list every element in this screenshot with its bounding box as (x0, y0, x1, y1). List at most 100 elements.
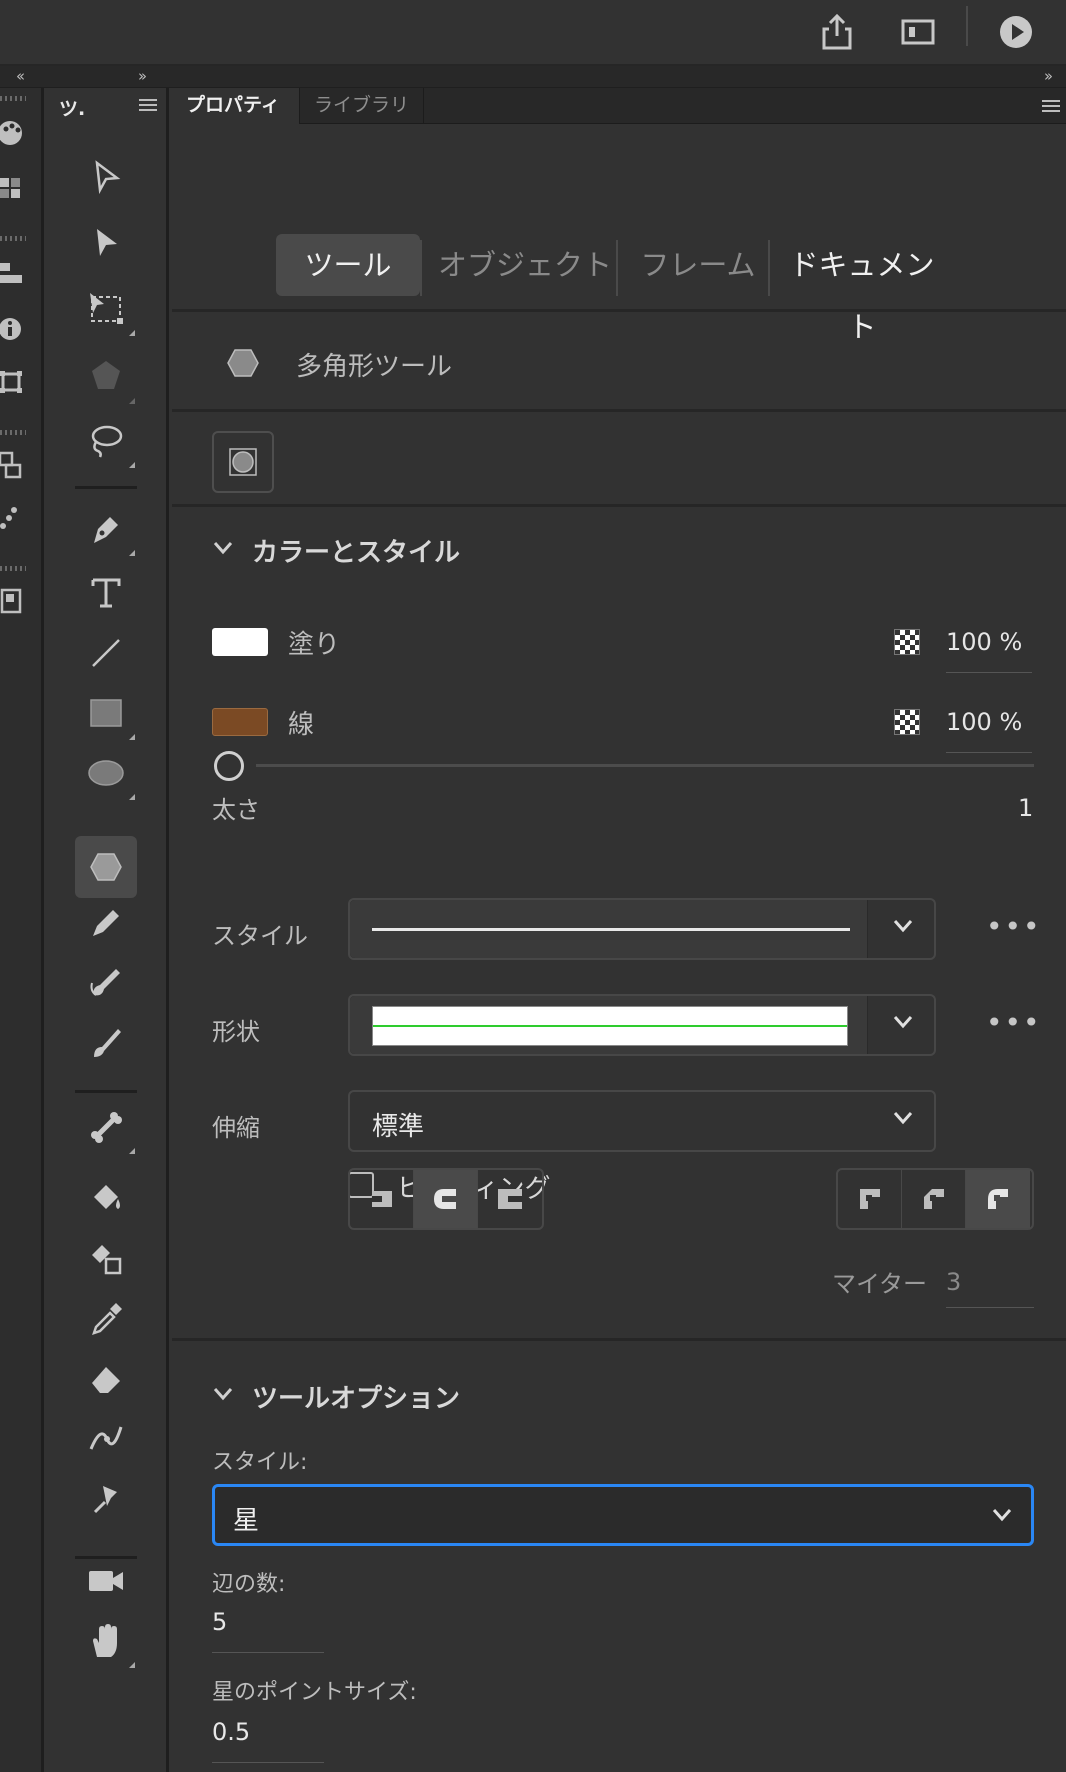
segment-tool[interactable]: ツール (276, 234, 420, 296)
scale-value: 標準 (372, 1112, 425, 1142)
object-drawing-mode-button[interactable] (212, 431, 274, 493)
cap-square-icon (498, 1189, 522, 1209)
join-bevel-icon (923, 1189, 944, 1209)
stroke-style-preview (372, 928, 850, 931)
current-tool-row: 多角形ツール (172, 312, 1066, 412)
camera-icon[interactable] (75, 1550, 137, 1612)
width-slider-track[interactable] (256, 764, 1034, 767)
text-icon[interactable] (75, 562, 137, 624)
dock-grip[interactable] (0, 96, 26, 101)
library-book-icon[interactable] (0, 584, 28, 618)
pen-icon[interactable] (75, 498, 137, 560)
toolbar-divider (966, 6, 968, 46)
oval-icon[interactable] (75, 742, 137, 804)
fill-opacity-checker-icon (894, 629, 920, 655)
stroke-shape-dropdown[interactable] (348, 994, 936, 1056)
motion-presets-icon[interactable] (0, 502, 28, 536)
join-bevel-button[interactable] (902, 1170, 966, 1228)
hamburger-icon[interactable] (1040, 97, 1062, 115)
dock-grip[interactable] (0, 236, 26, 241)
section-header-tool-options[interactable]: ツールオプション (252, 1378, 460, 1415)
stroke-style-dropdown[interactable] (348, 898, 936, 960)
collapse-left-icon[interactable]: ‹‹ (16, 67, 25, 85)
width-label: 太さ (212, 796, 260, 824)
asset-warp-icon[interactable] (75, 1468, 137, 1530)
chevron-down-icon[interactable] (212, 540, 234, 556)
dock-grip[interactable] (0, 566, 26, 571)
fluid-brush-icon[interactable] (75, 952, 137, 1014)
color-palette-icon[interactable] (0, 116, 28, 150)
stroke-color-swatch[interactable] (212, 708, 268, 736)
cap-square-button[interactable] (478, 1170, 542, 1228)
components-icon[interactable] (0, 448, 28, 482)
chevron-down-icon (893, 920, 913, 933)
panel-tab-bar: プロパティ ライブラリ (172, 88, 1066, 124)
stroke-style-more-icon[interactable]: ••• (986, 910, 1042, 943)
align-icon[interactable] (0, 256, 28, 290)
join-round-button[interactable] (966, 1170, 1030, 1228)
cap-round-button[interactable] (414, 1170, 478, 1228)
cap-none-button[interactable] (350, 1170, 414, 1228)
chevron-down-icon (893, 1016, 913, 1029)
frame-icon[interactable] (892, 6, 944, 58)
ink-bottle-icon[interactable] (75, 1228, 137, 1290)
top-toolbar (0, 0, 1066, 66)
3d-rotation-icon[interactable] (75, 346, 137, 408)
sides-value[interactable]: 5 (212, 1608, 227, 1636)
drawing-mode-row (172, 415, 1066, 507)
subselection-icon[interactable] (75, 212, 137, 274)
point-size-value[interactable]: 0.5 (212, 1718, 250, 1746)
stroke-opacity-value[interactable]: 100 % (946, 708, 1022, 736)
free-transform-icon[interactable] (75, 278, 137, 340)
rectangle-icon[interactable] (75, 682, 137, 744)
segment-frame[interactable]: フレーム (628, 234, 768, 296)
bone-icon[interactable] (75, 1096, 137, 1158)
join-miter-icon (859, 1189, 880, 1209)
current-tool-name: 多角形ツール (296, 352, 453, 382)
expand-panel-icon[interactable]: ›› (1044, 67, 1053, 85)
paint-brush-icon[interactable] (75, 1012, 137, 1074)
properties-panel: プロパティ ライブラリ ツール オブジェクト フレーム ドキュメント 多角形ツー… (172, 88, 1066, 1772)
polystar-icon[interactable] (75, 836, 137, 898)
pencil-icon[interactable] (75, 892, 137, 954)
segment-object[interactable]: オブジェクト (430, 234, 620, 296)
point-size-label: 星のポイントサイズ: (212, 1680, 417, 1705)
section-header-color-style[interactable]: カラーとスタイル (252, 532, 460, 569)
stroke-shape-more-icon[interactable]: ••• (986, 1006, 1042, 1039)
tool-style-label: スタイル: (212, 1450, 308, 1475)
eraser-icon[interactable] (75, 1348, 137, 1410)
scale-dropdown[interactable]: 標準 (348, 1090, 936, 1152)
width-tool-icon[interactable] (75, 1408, 137, 1470)
transform-icon[interactable] (0, 366, 28, 400)
join-round-icon (988, 1189, 1008, 1209)
tab-properties[interactable]: プロパティ (172, 88, 300, 124)
segment-document[interactable]: ドキュメント (776, 234, 948, 344)
tools-tab[interactable]: ツ. (59, 94, 85, 121)
selection-arrow-icon[interactable] (75, 146, 137, 208)
polystar-icon (227, 349, 259, 377)
hamburger-icon[interactable] (135, 94, 161, 116)
tab-library[interactable]: ライブラリ (300, 88, 424, 124)
line-icon[interactable] (75, 622, 137, 684)
object-drawing-icon (229, 448, 257, 476)
fill-color-swatch[interactable] (212, 628, 268, 656)
style-label: スタイル (212, 922, 308, 950)
eyedropper-icon[interactable] (75, 1288, 137, 1350)
hand-icon[interactable] (75, 1610, 137, 1672)
info-icon[interactable] (0, 312, 28, 346)
width-slider-knob[interactable] (214, 751, 244, 781)
expand-right-icon[interactable]: ›› (138, 67, 147, 85)
play-icon[interactable] (990, 6, 1042, 58)
lasso-icon[interactable] (75, 410, 137, 472)
fill-opacity-value[interactable]: 100 % (946, 628, 1022, 656)
width-value[interactable]: 1 (1018, 794, 1033, 822)
swatches-icon[interactable] (0, 172, 28, 206)
chevron-down-icon[interactable] (212, 1386, 234, 1402)
miter-value[interactable]: 3 (946, 1268, 961, 1296)
chevron-down-icon (893, 1112, 913, 1125)
dock-grip[interactable] (0, 430, 26, 435)
tool-style-select[interactable]: 星 (212, 1484, 1034, 1546)
join-miter-button[interactable] (838, 1170, 902, 1228)
share-icon[interactable] (811, 6, 863, 58)
paint-bucket-icon[interactable] (75, 1168, 137, 1230)
